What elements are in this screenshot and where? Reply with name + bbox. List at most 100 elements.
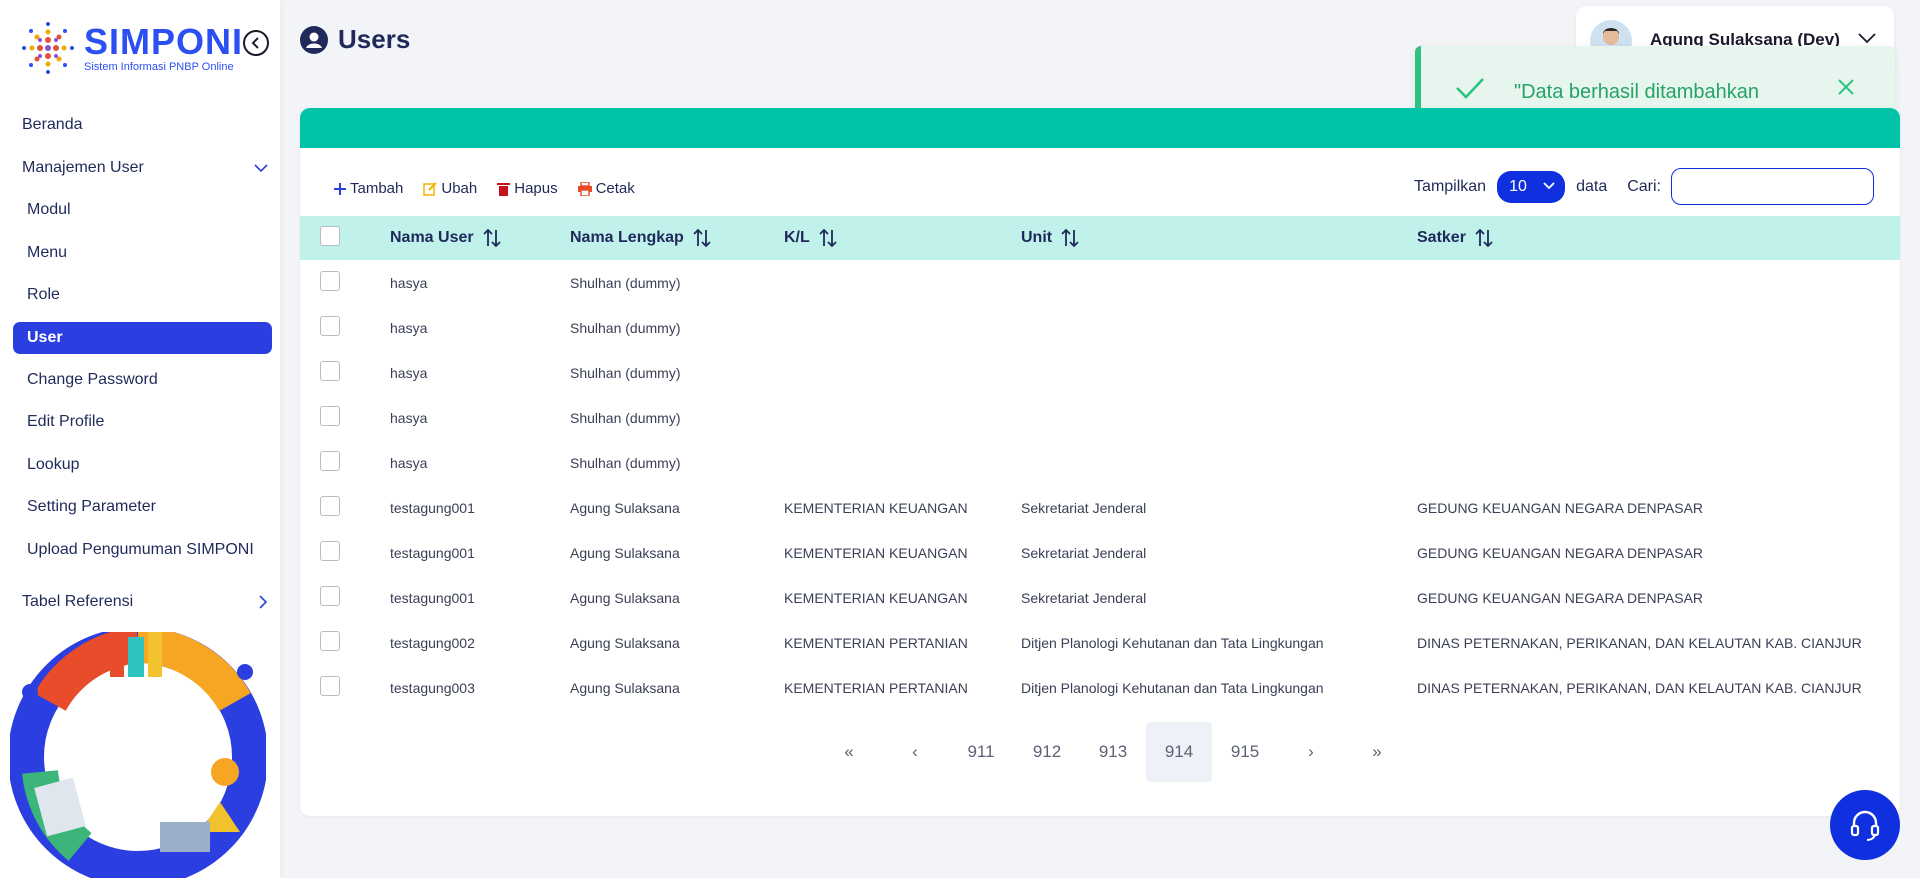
row-checkbox[interactable] <box>320 586 340 606</box>
sidebar-item-user[interactable]: User <box>13 321 272 354</box>
column-header-kl[interactable]: K/L <box>784 216 1021 260</box>
table-row[interactable]: hasya Shulhan (dummy) <box>300 440 1900 485</box>
sidebar-item-manajemen-user[interactable]: Manajemen User <box>0 147 280 190</box>
column-header-nama-user[interactable]: Nama User <box>390 216 570 260</box>
row-checkbox[interactable] <box>320 316 340 336</box>
table-row[interactable]: hasya Shulhan (dummy) <box>300 305 1900 350</box>
cell-satker: DINAS PETERNAKAN, PERIKANAN, DAN KELAUTA… <box>1417 634 1862 651</box>
sidebar-item-label: Menu <box>27 243 68 261</box>
close-icon[interactable] <box>1837 78 1855 96</box>
print-button[interactable]: Cetak <box>577 180 635 197</box>
current-page-button[interactable]: 914 <box>1146 722 1212 782</box>
cell-kl: KEMENTERIAN KEUANGAN <box>784 499 968 516</box>
cell-nama-lengkap: Shulhan (dummy) <box>570 454 681 471</box>
cell-nama-lengkap: Agung Sulaksana <box>570 679 680 696</box>
first-page-button[interactable]: « <box>816 722 882 782</box>
search-label: Cari: <box>1627 177 1661 195</box>
page-size-select[interactable]: 10 <box>1497 170 1566 203</box>
sidebar-item-change-password[interactable]: Change Password <box>0 359 280 402</box>
logo-subtitle: Sistem Informasi PNBP Online <box>84 60 234 73</box>
sidebar-item-label: Lookup <box>27 455 80 473</box>
chevron-left-icon <box>251 37 259 49</box>
row-checkbox[interactable] <box>320 451 340 471</box>
cell-nama-user: hasya <box>390 409 428 426</box>
cell-unit <box>1021 260 1417 305</box>
add-button[interactable]: Tambah <box>334 180 403 197</box>
column-header-unit[interactable]: Unit <box>1021 216 1417 260</box>
row-checkbox[interactable] <box>320 271 340 291</box>
sidebar-item-menu[interactable]: Menu <box>0 232 280 275</box>
select-all-checkbox[interactable] <box>320 225 340 246</box>
chevron-down-icon <box>1543 181 1555 189</box>
sidebar-nav: Beranda Manajemen User Modul Menu Role U… <box>0 104 280 624</box>
app-logo[interactable]: SIMPONI Sistem Informasi PNBP Online <box>18 18 243 78</box>
data-label: data <box>1576 177 1608 195</box>
sidebar-item-role[interactable]: Role <box>0 274 280 317</box>
sidebar-item-label: Upload Pengumuman SIMPONI <box>27 540 254 558</box>
chevron-right-icon <box>259 595 268 609</box>
cell-kl <box>784 260 1021 305</box>
sidebar-item-setting-parameter[interactable]: Setting Parameter <box>0 486 280 529</box>
help-button[interactable] <box>1830 790 1900 860</box>
table-row[interactable]: hasya Shulhan (dummy) <box>300 260 1900 305</box>
table-row[interactable]: testagung001 Agung Sulaksana KEMENTERIAN K… <box>300 485 1900 530</box>
cell-nama-user: testagung002 <box>390 634 475 651</box>
sidebar-item-label: Change Password <box>27 370 158 388</box>
edit-button[interactable]: Ubah <box>423 180 477 197</box>
row-checkbox[interactable] <box>320 631 340 651</box>
page-button[interactable]: 911 <box>948 722 1014 782</box>
cell-nama-user: testagung001 <box>390 589 475 606</box>
check-icon <box>1456 78 1484 99</box>
column-header-label: Satker <box>1417 229 1466 247</box>
sidebar-item-modul[interactable]: Modul <box>0 189 280 232</box>
row-checkbox[interactable] <box>320 361 340 381</box>
sidebar-item-lookup[interactable]: Lookup <box>0 444 280 487</box>
pagination: « ‹ 911 912 913 914 915 › » <box>816 722 1410 782</box>
sidebar-item-beranda[interactable]: Beranda <box>0 104 280 147</box>
add-label: Tambah <box>350 180 404 197</box>
cell-satker: DINAS PETERNAKAN, PERIKANAN, DAN KELAUTA… <box>1417 679 1862 696</box>
sidebar-item-tabel-referensi[interactable]: Tabel Referensi <box>0 581 280 624</box>
table-controls: Tampilkan 10 data Cari: <box>1414 168 1874 205</box>
next-page-button[interactable]: › <box>1278 722 1344 782</box>
cell-kl <box>784 440 1021 485</box>
cell-unit: Ditjen Planologi Kehutanan dan Tata Ling… <box>1021 679 1324 696</box>
table-row[interactable]: hasya Shulhan (dummy) <box>300 350 1900 395</box>
search-input[interactable] <box>1671 168 1874 205</box>
sidebar-item-label: User <box>27 328 63 346</box>
logo-title: SIMPONI <box>84 20 244 62</box>
cell-kl <box>784 305 1021 350</box>
column-header-satker[interactable]: Satker <box>1417 216 1900 260</box>
cell-satker <box>1417 260 1900 305</box>
sidebar-item-edit-profile[interactable]: Edit Profile <box>0 401 280 444</box>
row-checkbox[interactable] <box>320 676 340 696</box>
table-row[interactable]: testagung002 Agung Sulaksana KEMENTERIAN P… <box>300 620 1900 665</box>
delete-button[interactable]: Hapus <box>497 180 558 197</box>
page-button[interactable]: 913 <box>1080 722 1146 782</box>
table-row[interactable]: hasya Shulhan (dummy) <box>300 395 1900 440</box>
cell-nama-user: testagung003 <box>390 679 475 696</box>
prev-page-button[interactable]: ‹ <box>882 722 948 782</box>
cell-satker <box>1417 305 1900 350</box>
delete-label: Hapus <box>514 180 558 197</box>
cell-nama-lengkap: Agung Sulaksana <box>570 499 680 516</box>
page-button[interactable]: 912 <box>1014 722 1080 782</box>
cell-nama-lengkap: Shulhan (dummy) <box>570 364 681 381</box>
row-checkbox[interactable] <box>320 541 340 561</box>
row-checkbox[interactable] <box>320 406 340 426</box>
table-row[interactable]: testagung001 Agung Sulaksana KEMENTERIAN K… <box>300 530 1900 575</box>
column-header-nama-lengkap[interactable]: Nama Lengkap <box>570 216 784 260</box>
sidebar-collapse-button[interactable] <box>243 30 269 56</box>
trash-icon <box>497 182 511 196</box>
last-page-button[interactable]: » <box>1344 722 1410 782</box>
page-size-value: 10 <box>1509 177 1527 195</box>
row-checkbox[interactable] <box>320 496 340 516</box>
cell-kl <box>784 395 1021 440</box>
column-header-label: K/L <box>784 229 810 247</box>
table-row[interactable]: testagung003 Agung Sulaksana KEMENTERIAN P… <box>300 665 1900 710</box>
cell-nama-lengkap: Shulhan (dummy) <box>570 274 681 291</box>
page-button[interactable]: 915 <box>1212 722 1278 782</box>
cell-kl: KEMENTERIAN KEUANGAN <box>784 589 968 606</box>
table-row[interactable]: testagung001 Agung Sulaksana KEMENTERIAN K… <box>300 575 1900 620</box>
sidebar-item-upload-pengumuman[interactable]: Upload Pengumuman SIMPONI <box>0 529 280 572</box>
